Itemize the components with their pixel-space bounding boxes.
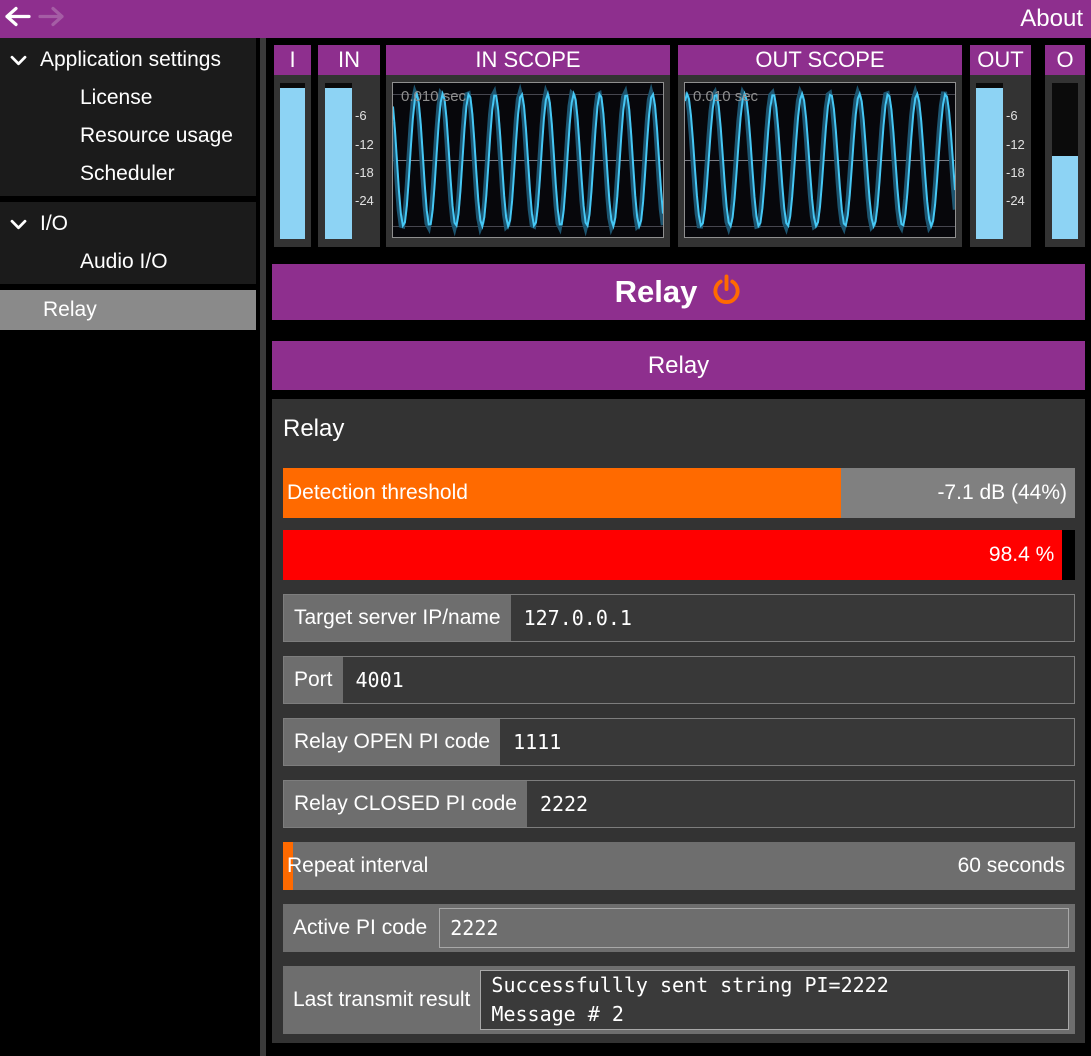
scope-header: OUT SCOPE <box>678 45 962 75</box>
meter-well <box>325 83 352 239</box>
sidebar-item-relay-selected[interactable]: Relay <box>0 290 256 330</box>
sidebar-item-resource-usage[interactable]: Resource usage <box>0 117 256 155</box>
app-window: About Application settings License Resou… <box>0 0 1091 1056</box>
relay-subheader[interactable]: Relay <box>272 341 1085 390</box>
meter-fill <box>976 88 1003 239</box>
repeat-interval-slider[interactable]: Repeat interval 60 seconds <box>283 842 1075 890</box>
chevron-down-icon <box>10 212 27 236</box>
meter-tick: -24 <box>1006 193 1025 208</box>
result-line: Message # 2 <box>491 1000 1058 1029</box>
field-label: Last transmit result <box>283 988 480 1012</box>
sidebar-item-audio-io[interactable]: Audio I/O <box>0 243 256 281</box>
power-icon[interactable] <box>711 273 742 312</box>
relay-open-pi-field-row: Relay OPEN PI code 1111 <box>283 718 1075 766</box>
output-level-meter: OUT -6 -12 -18 -24 <box>970 45 1031 247</box>
sidebar-item-label: License <box>80 86 152 110</box>
slider-label: Detection threshold <box>287 468 468 518</box>
about-menu[interactable]: About <box>1020 5 1083 33</box>
sidebar-item-license[interactable]: License <box>0 79 256 117</box>
in-scope-panel: IN SCOPE 0.010 sec <box>386 45 670 247</box>
level-value: 98.4 % <box>989 543 1054 567</box>
sidebar-item-label: Resource usage <box>80 124 233 148</box>
forward-button[interactable] <box>34 4 68 34</box>
sidebar-item-io[interactable]: I/O <box>0 205 256 243</box>
relay-header-title: Relay <box>615 274 698 310</box>
tree-group-application-settings: Application settings License Resource us… <box>0 38 256 196</box>
meter-tick: -18 <box>1006 165 1025 180</box>
sidebar-divider <box>260 38 266 1056</box>
meter-fill <box>1052 156 1078 239</box>
meter-header: O <box>1045 45 1085 75</box>
tree-group-io: I/O Audio I/O <box>0 202 256 284</box>
sidebar-item-scheduler[interactable]: Scheduler <box>0 155 256 193</box>
sidebar-item-label: Application settings <box>40 48 221 72</box>
meter-header: IN <box>318 45 380 75</box>
field-label: Relay CLOSED PI code <box>284 781 527 827</box>
meter-well <box>1052 83 1078 239</box>
relay-closed-pi-field-row: Relay CLOSED PI code 2222 <box>283 780 1075 828</box>
signal-level-meter: 98.4 % <box>283 530 1075 580</box>
meter-tick: -6 <box>355 108 367 123</box>
field-label: Active PI code <box>283 916 439 940</box>
sidebar: Application settings License Resource us… <box>0 38 256 1056</box>
arrow-right-icon <box>38 6 65 32</box>
meter-well <box>976 83 1003 239</box>
last-transmit-row: Last transmit result Successfullly sent … <box>283 966 1075 1034</box>
field-label: Port <box>284 657 343 703</box>
relay-settings-panel: Relay Detection threshold -7.1 dB (44%) … <box>272 399 1085 1043</box>
sidebar-item-label: Scheduler <box>80 162 175 186</box>
meter-fill <box>280 88 305 239</box>
sine-wave <box>393 83 663 237</box>
field-label: Target server IP/name <box>284 595 511 641</box>
relay-subheader-title: Relay <box>648 352 709 380</box>
sidebar-item-label: Relay <box>43 298 97 322</box>
meter-header: I <box>274 45 311 75</box>
scope-time-label: 0.010 sec <box>693 88 758 105</box>
panel-title: Relay <box>283 415 344 443</box>
arrow-left-icon <box>4 6 31 32</box>
in-scope-display: 0.010 sec <box>392 82 664 238</box>
target-server-input[interactable]: 127.0.0.1 <box>511 595 1074 641</box>
meter-tick: -18 <box>355 165 374 180</box>
detection-threshold-slider[interactable]: Detection threshold -7.1 dB (44%) <box>283 468 1075 518</box>
meter-well <box>280 83 305 239</box>
scope-header: IN SCOPE <box>386 45 670 75</box>
relay-closed-pi-input[interactable]: 2222 <box>527 781 1074 827</box>
slider-value: -7.1 dB (44%) <box>937 468 1067 518</box>
meter-fill <box>325 88 352 239</box>
target-server-field-row: Target server IP/name 127.0.0.1 <box>283 594 1075 642</box>
port-input[interactable]: 4001 <box>343 657 1074 703</box>
relay-power-header[interactable]: Relay <box>272 264 1085 320</box>
sidebar-item-label: Audio I/O <box>80 250 168 274</box>
slider-label: Repeat interval <box>287 842 428 890</box>
output-level-meter-compact: O <box>1045 45 1085 247</box>
last-transmit-result: Successfullly sent string PI=2222 Messag… <box>480 970 1069 1030</box>
sine-wave <box>685 83 955 237</box>
active-pi-row: Active PI code 2222 <box>283 904 1075 952</box>
meter-tick: -24 <box>355 193 374 208</box>
meter-tick: -12 <box>355 137 374 152</box>
meter-header: OUT <box>970 45 1031 75</box>
input-level-meter: IN -6 -12 -18 -24 <box>318 45 380 247</box>
out-scope-panel: OUT SCOPE 0.010 sec <box>678 45 962 247</box>
back-button[interactable] <box>0 4 34 34</box>
field-label: Relay OPEN PI code <box>284 719 500 765</box>
sidebar-item-label: I/O <box>40 212 68 236</box>
sidebar-item-application-settings[interactable]: Application settings <box>0 41 256 79</box>
out-scope-display: 0.010 sec <box>684 82 956 238</box>
meter-tick: -12 <box>1006 137 1025 152</box>
top-bar: About <box>0 0 1091 38</box>
chevron-down-icon <box>10 48 27 72</box>
scope-time-label: 0.010 sec <box>401 88 466 105</box>
result-line: Successfullly sent string PI=2222 <box>491 971 1058 1000</box>
slider-value: 60 seconds <box>958 842 1065 890</box>
meter-tick: -6 <box>1006 108 1018 123</box>
level-fill: 98.4 % <box>283 530 1062 580</box>
relay-open-pi-input[interactable]: 1111 <box>500 719 1074 765</box>
port-field-row: Port 4001 <box>283 656 1075 704</box>
input-level-meter-compact: I <box>274 45 311 247</box>
active-pi-input[interactable]: 2222 <box>439 908 1069 948</box>
